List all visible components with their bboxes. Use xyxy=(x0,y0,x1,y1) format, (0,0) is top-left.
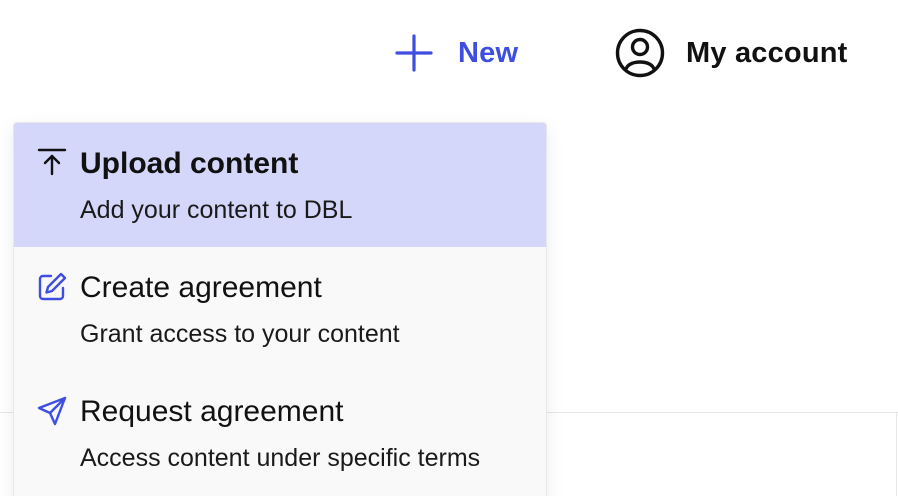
my-account-button[interactable]: My account xyxy=(614,28,848,78)
menu-item-title: Create agreement xyxy=(80,271,322,304)
new-button-label: New xyxy=(458,36,519,69)
menu-item-create-agreement[interactable]: Create agreement Grant access to your co… xyxy=(14,247,546,371)
menu-item-description: Access content under specific terms xyxy=(80,444,481,472)
background-divider-vertical xyxy=(896,412,897,496)
app-stage: New My account Upload content Add your c… xyxy=(0,0,898,496)
menu-item-title: Upload content xyxy=(80,147,299,180)
menu-item-description: Add your content to DBL xyxy=(80,196,353,224)
menu-item-upload-content[interactable]: Upload content Add your content to DBL xyxy=(14,123,546,247)
menu-item-title: Request agreement xyxy=(80,395,344,428)
send-icon xyxy=(36,395,68,427)
plus-icon xyxy=(392,31,436,75)
new-button[interactable]: New xyxy=(392,28,518,78)
edit-icon xyxy=(36,271,68,303)
upload-icon xyxy=(36,147,68,179)
new-dropdown-menu: Upload content Add your content to DBL C… xyxy=(13,122,547,496)
menu-item-request-agreement[interactable]: Request agreement Access content under s… xyxy=(14,371,546,495)
user-circle-icon xyxy=(614,27,666,79)
my-account-label: My account xyxy=(686,36,848,69)
menu-item-description: Grant access to your content xyxy=(80,320,400,348)
